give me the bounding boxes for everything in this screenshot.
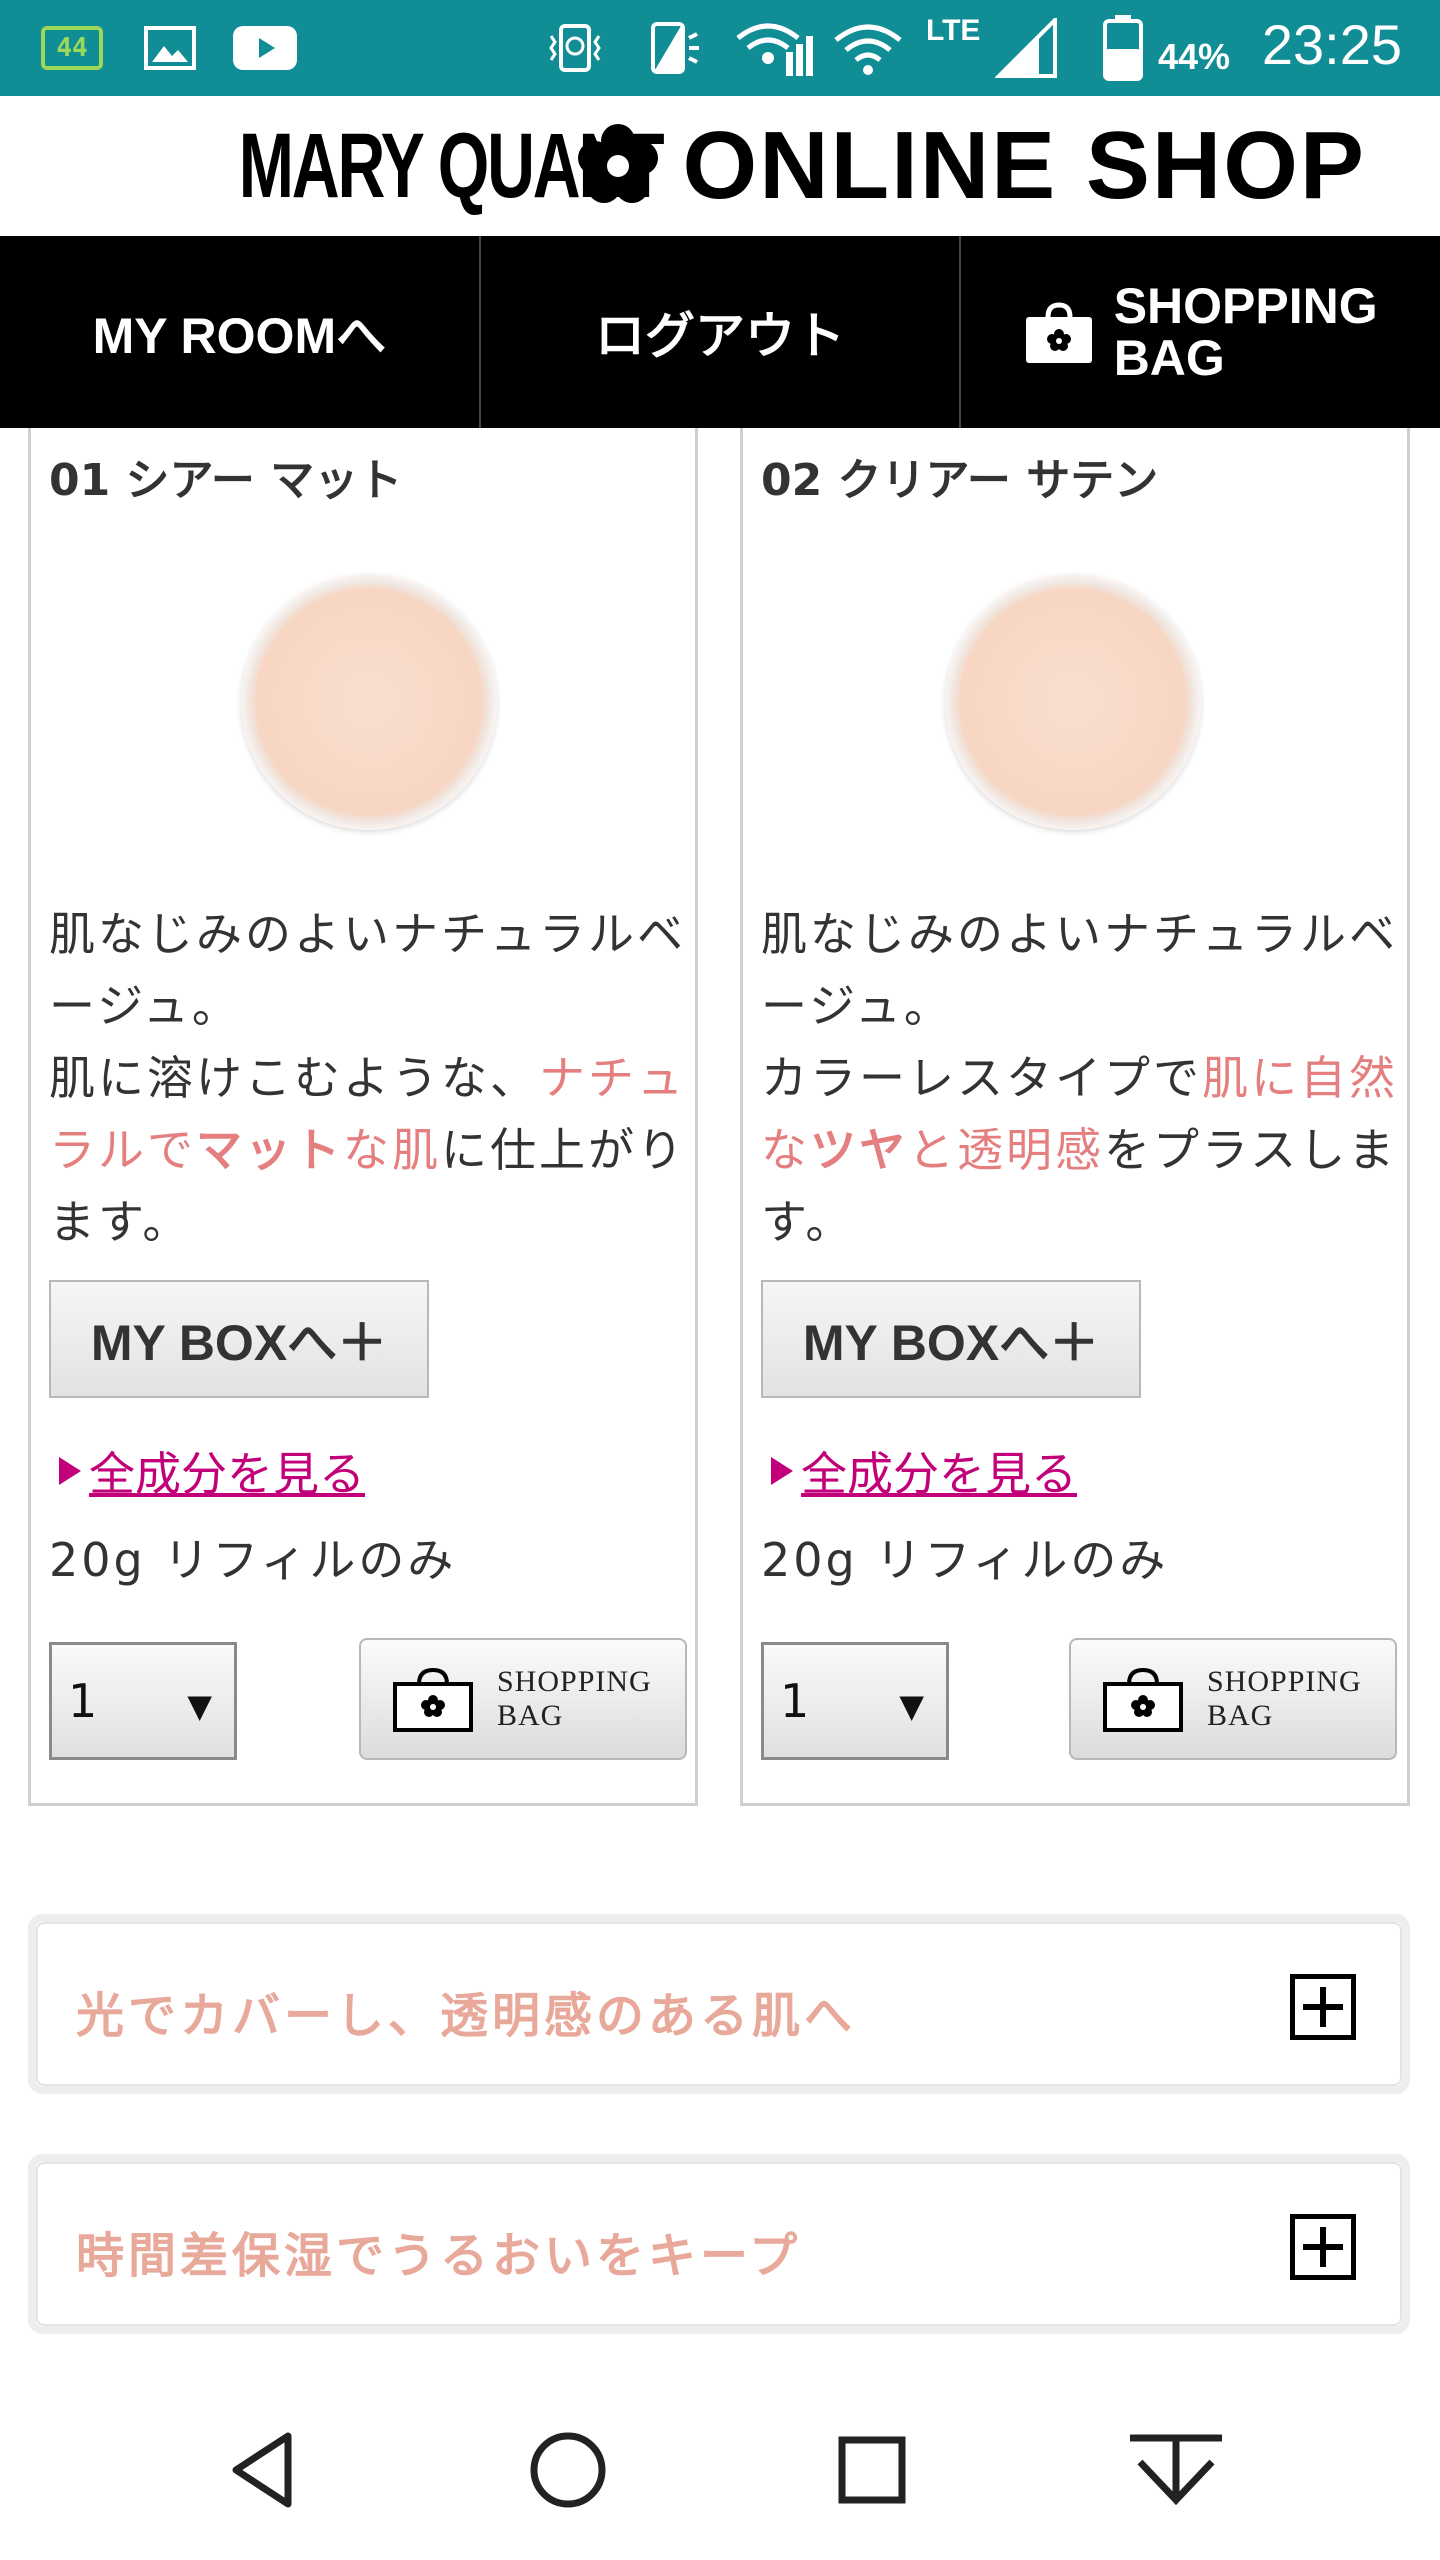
dropdown-arrow-icon: ▼ <box>187 1687 212 1725</box>
my-room-label: MY ROOMへ <box>92 308 387 364</box>
desc-text: 肌に溶けこむような、 <box>49 1051 539 1105</box>
cell-signal-icon <box>992 16 1062 80</box>
image-icon <box>140 16 200 80</box>
shopping-bag-icon <box>391 1666 475 1732</box>
product-card: 02 クリアー サテン 肌なじみのよいナチュラルベージュ。 カラーレスタイプで肌… <box>740 428 1410 1806</box>
desc-highlight: と透明感 <box>908 1123 1104 1177</box>
logout-link[interactable]: ログアウト <box>481 236 962 428</box>
add-to-bag-button[interactable]: SHOPPING BAG <box>359 1638 687 1760</box>
bag-label-line2: BAG <box>1207 1699 1274 1732</box>
ingredients-link[interactable]: 全成分を見る <box>761 1438 1077 1504</box>
home-icon[interactable] <box>518 2420 618 2520</box>
bag-label-line2: BAG <box>497 1699 564 1732</box>
product-size: 20g リフィルのみ <box>761 1533 1169 1587</box>
battery-saver-icon: 44 <box>38 16 106 80</box>
battery-percent: 44% <box>1158 36 1231 77</box>
accordion-label: 時間差保湿でうるおいをキープ <box>76 2228 802 2284</box>
add-to-my-box-button[interactable]: MY BOXへ＋ <box>761 1280 1141 1398</box>
add-to-bag-label: SHOPPING BAG <box>497 1665 652 1733</box>
daisy-flower-icon <box>575 123 661 209</box>
product-name: 01 シアー マット <box>49 455 403 506</box>
bag-label-line1: SHOPPING <box>497 1665 652 1698</box>
add-to-bag-button[interactable]: SHOPPING BAG <box>1069 1638 1397 1760</box>
quantity-value: 1 <box>780 1674 810 1728</box>
dropdown-arrow-icon: ▼ <box>899 1687 924 1725</box>
desc-highlight-bold: ツヤ <box>810 1123 908 1177</box>
add-to-my-box-button[interactable]: MY BOXへ＋ <box>49 1280 429 1398</box>
quantity-select[interactable]: 1 ▼ <box>761 1642 949 1760</box>
desc-highlight-bold: マット <box>196 1123 343 1177</box>
shopping-bag-label: SHOPPING BAG <box>1114 280 1378 384</box>
desc-text: 肌なじみのよいナチュラルベージュ。 <box>761 907 1398 1033</box>
shopping-bag-icon <box>1101 1666 1185 1732</box>
ingredients-link-label: 全成分を見る <box>89 1447 365 1501</box>
online-shop-logo-text: ONLINE SHOP <box>682 112 1366 219</box>
shopping-bag-icon <box>1024 301 1094 363</box>
quantity-select[interactable]: 1 ▼ <box>49 1642 237 1760</box>
shopping-bag-link[interactable]: SHOPPING BAG <box>961 236 1440 428</box>
recent-apps-icon[interactable] <box>822 2420 922 2520</box>
desc-text: 肌なじみのよいナチュラルベージュ。 <box>49 907 686 1033</box>
product-image[interactable] <box>241 574 497 830</box>
vibrate-icon <box>640 16 710 80</box>
wifi-icon <box>830 16 906 80</box>
product-description: 肌なじみのよいナチュラルベージュ。 肌に溶けこむような、ナチュラルでマットな肌に… <box>49 898 689 1258</box>
product-card: 01 シアー マット 肌なじみのよいナチュラルベージュ。 肌に溶けこむような、ナ… <box>28 428 698 1806</box>
desc-text: カラーレスタイプで <box>761 1051 1202 1105</box>
expand-plus-icon[interactable] <box>1290 1974 1356 2040</box>
site-header[interactable]: MARY QUANT ONLINE SHOP <box>0 96 1440 236</box>
add-to-bag-label: SHOPPING BAG <box>1207 1665 1362 1733</box>
bag-label-line1: SHOPPING <box>1113 278 1378 334</box>
main-nav: MY ROOMへ ログアウト SHOPPING BAG <box>0 236 1440 428</box>
youtube-icon <box>230 16 300 80</box>
wifi-calling-icon <box>734 16 814 80</box>
expand-plus-icon[interactable] <box>1290 2214 1356 2280</box>
vibrate-alarm-icon <box>540 16 610 80</box>
product-description: 肌なじみのよいナチュラルベージュ。 カラーレスタイプで肌に自然なツヤと透明感をプ… <box>761 898 1401 1258</box>
accordion-label: 光でカバーし、透明感のある肌へ <box>76 1988 857 2044</box>
clock: 23:25 <box>1261 13 1402 76</box>
accordion-light-cover[interactable]: 光でカバーし、透明感のある肌へ <box>28 1914 1410 2094</box>
accordion-moisture[interactable]: 時間差保湿でうるおいをキープ <box>28 2154 1410 2334</box>
notification-pull-icon[interactable] <box>1126 2420 1226 2520</box>
triangle-right-icon <box>59 1457 81 1485</box>
product-size: 20g リフィルのみ <box>49 1533 457 1587</box>
status-bar: 44 LTE 44% 23:25 <box>0 0 1440 96</box>
product-image[interactable] <box>945 574 1201 830</box>
battery-icon <box>1098 15 1148 81</box>
notification-badge: 44 <box>41 26 103 70</box>
lte-label: LTE <box>926 14 981 47</box>
system-nav-bar <box>0 2380 1440 2560</box>
logout-label: ログアウト <box>595 308 845 364</box>
ingredients-link[interactable]: 全成分を見る <box>49 1438 365 1504</box>
product-name: 02 クリアー サテン <box>761 455 1159 506</box>
bag-label-line2: BAG <box>1113 330 1225 386</box>
quantity-value: 1 <box>68 1674 98 1728</box>
my-room-link[interactable]: MY ROOMへ <box>0 236 481 428</box>
triangle-right-icon <box>771 1457 793 1485</box>
ingredients-link-label: 全成分を見る <box>801 1447 1077 1501</box>
desc-highlight: な肌 <box>343 1123 441 1177</box>
bag-label-line1: SHOPPING <box>1207 1665 1362 1698</box>
back-icon[interactable] <box>214 2420 314 2520</box>
